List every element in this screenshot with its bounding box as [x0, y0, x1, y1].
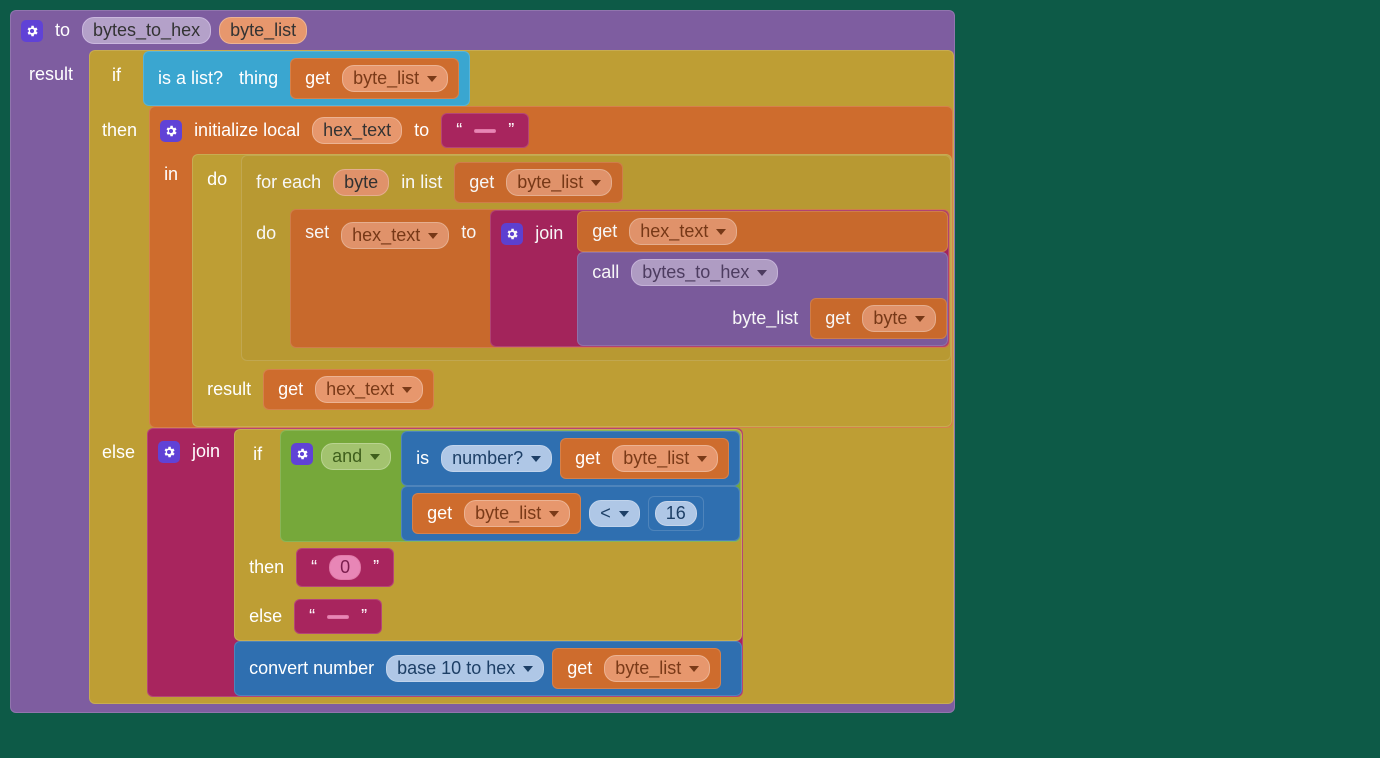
quote-open: “ — [305, 606, 319, 627]
text-input[interactable] — [474, 129, 496, 133]
foreach-var[interactable]: byte — [333, 169, 389, 196]
get-label: get — [465, 172, 498, 193]
quote-open: “ — [307, 557, 321, 578]
var-dropdown[interactable]: byte_list — [506, 169, 612, 196]
procedure-header: to bytes_to_hex byte_list — [11, 11, 954, 50]
get-byte-list[interactable]: get byte_list — [412, 493, 581, 534]
is-a-list-label: is a list? — [154, 68, 227, 89]
is-number-dropdown[interactable]: number? — [441, 445, 552, 472]
join-label: join — [188, 441, 224, 462]
do-label: do — [193, 155, 241, 204]
get-label: get — [301, 68, 334, 89]
get-byte-list[interactable]: get byte_list — [454, 162, 623, 203]
get-hex-text[interactable]: get hex_text — [577, 211, 948, 252]
else-label: else — [90, 428, 147, 477]
number-input[interactable]: 16 — [655, 501, 697, 526]
join-label: join — [531, 223, 567, 244]
and-dropdown[interactable]: and — [321, 443, 391, 470]
get-label: get — [274, 379, 307, 400]
get-label: get — [423, 503, 456, 524]
set-var-dropdown[interactable]: hex_text — [341, 222, 449, 249]
text-input[interactable]: 0 — [329, 555, 361, 580]
if-label: if — [90, 51, 143, 106]
and-block[interactable]: and is number? — [280, 430, 741, 542]
foreach-label: for each — [252, 172, 325, 193]
initialize-local-label: initialize local — [190, 120, 304, 141]
is-a-list-block[interactable]: is a list? thing get byte_list — [143, 51, 470, 106]
convert-number-block[interactable]: convert number base 10 to hex get byte_l… — [234, 641, 742, 696]
quote-close: ” — [504, 120, 518, 141]
proc-dropdown[interactable]: bytes_to_hex — [631, 259, 778, 286]
result-label: result — [203, 379, 255, 400]
local-var-name[interactable]: hex_text — [312, 117, 402, 144]
is-number-block[interactable]: is number? get byte_list — [401, 431, 740, 486]
gear-icon[interactable] — [21, 20, 43, 42]
get-label: get — [588, 221, 621, 242]
gear-icon[interactable] — [291, 443, 313, 465]
call-label: call — [588, 262, 623, 283]
get-label: get — [571, 448, 604, 469]
text-literal[interactable]: “ ” — [294, 599, 382, 634]
get-byte[interactable]: get byte — [810, 298, 947, 339]
text-literal[interactable]: “ 0 ” — [296, 548, 394, 587]
text-literal[interactable]: “ ” — [441, 113, 529, 148]
to-label: to — [51, 20, 74, 41]
gear-icon[interactable] — [160, 120, 182, 142]
var-dropdown[interactable]: byte_list — [604, 655, 710, 682]
then-label: then — [245, 557, 288, 578]
if-label: if — [235, 430, 280, 479]
join-block[interactable]: join get hex_text — [490, 210, 949, 347]
quote-close: ” — [357, 606, 371, 627]
get-byte-list[interactable]: get byte_list — [560, 438, 729, 479]
text-input[interactable] — [327, 615, 349, 619]
to-label: to — [457, 222, 480, 243]
in-list-label: in list — [397, 172, 446, 193]
if-block[interactable]: if is a list? thing get byte_list — [89, 50, 954, 704]
set-label: set — [301, 222, 333, 243]
do-result-block[interactable]: do for each byte in list — [192, 154, 952, 427]
var-dropdown[interactable]: hex_text — [315, 376, 423, 403]
gear-icon[interactable] — [158, 441, 180, 463]
get-label: get — [821, 308, 854, 329]
compare-block[interactable]: get byte_list < 16 — [401, 486, 740, 541]
quote-close: ” — [369, 557, 383, 578]
if-expression-block[interactable]: if and — [234, 429, 742, 641]
get-hex-text[interactable]: get hex_text — [263, 369, 434, 410]
thing-label: thing — [235, 68, 282, 89]
procedure-param[interactable]: byte_list — [219, 17, 307, 44]
var-dropdown[interactable]: hex_text — [629, 218, 737, 245]
in-label: in — [150, 154, 192, 195]
init-local-block[interactable]: initialize local hex_text to “ ” — [149, 106, 953, 428]
quote-open: “ — [452, 120, 466, 141]
get-byte-list[interactable]: get byte_list — [552, 648, 721, 689]
get-byte-list[interactable]: get byte_list — [290, 58, 459, 99]
var-dropdown[interactable]: byte — [862, 305, 936, 332]
var-dropdown[interactable]: byte_list — [464, 500, 570, 527]
set-block[interactable]: set hex_text to — [290, 209, 950, 348]
number-literal[interactable]: 16 — [648, 496, 704, 531]
do-label: do — [242, 209, 290, 258]
compare-dropdown[interactable]: < — [589, 500, 640, 527]
var-dropdown[interactable]: byte_list — [612, 445, 718, 472]
is-label: is — [412, 448, 433, 469]
gear-icon[interactable] — [501, 223, 523, 245]
call-procedure-block[interactable]: call bytes_to_hex byte_list — [577, 252, 948, 346]
var-dropdown[interactable]: byte_list — [342, 65, 448, 92]
then-label: then — [90, 106, 149, 155]
foreach-block[interactable]: for each byte in list get byte_list — [241, 155, 951, 361]
convert-number-label: convert number — [245, 658, 378, 679]
arg-name-label: byte_list — [728, 308, 802, 329]
get-label: get — [563, 658, 596, 679]
to-label: to — [410, 120, 433, 141]
join-block[interactable]: join if — [147, 428, 743, 697]
else-label: else — [245, 606, 286, 627]
result-label: result — [11, 50, 89, 95]
procedure-name[interactable]: bytes_to_hex — [82, 17, 211, 44]
convert-dropdown[interactable]: base 10 to hex — [386, 655, 544, 682]
